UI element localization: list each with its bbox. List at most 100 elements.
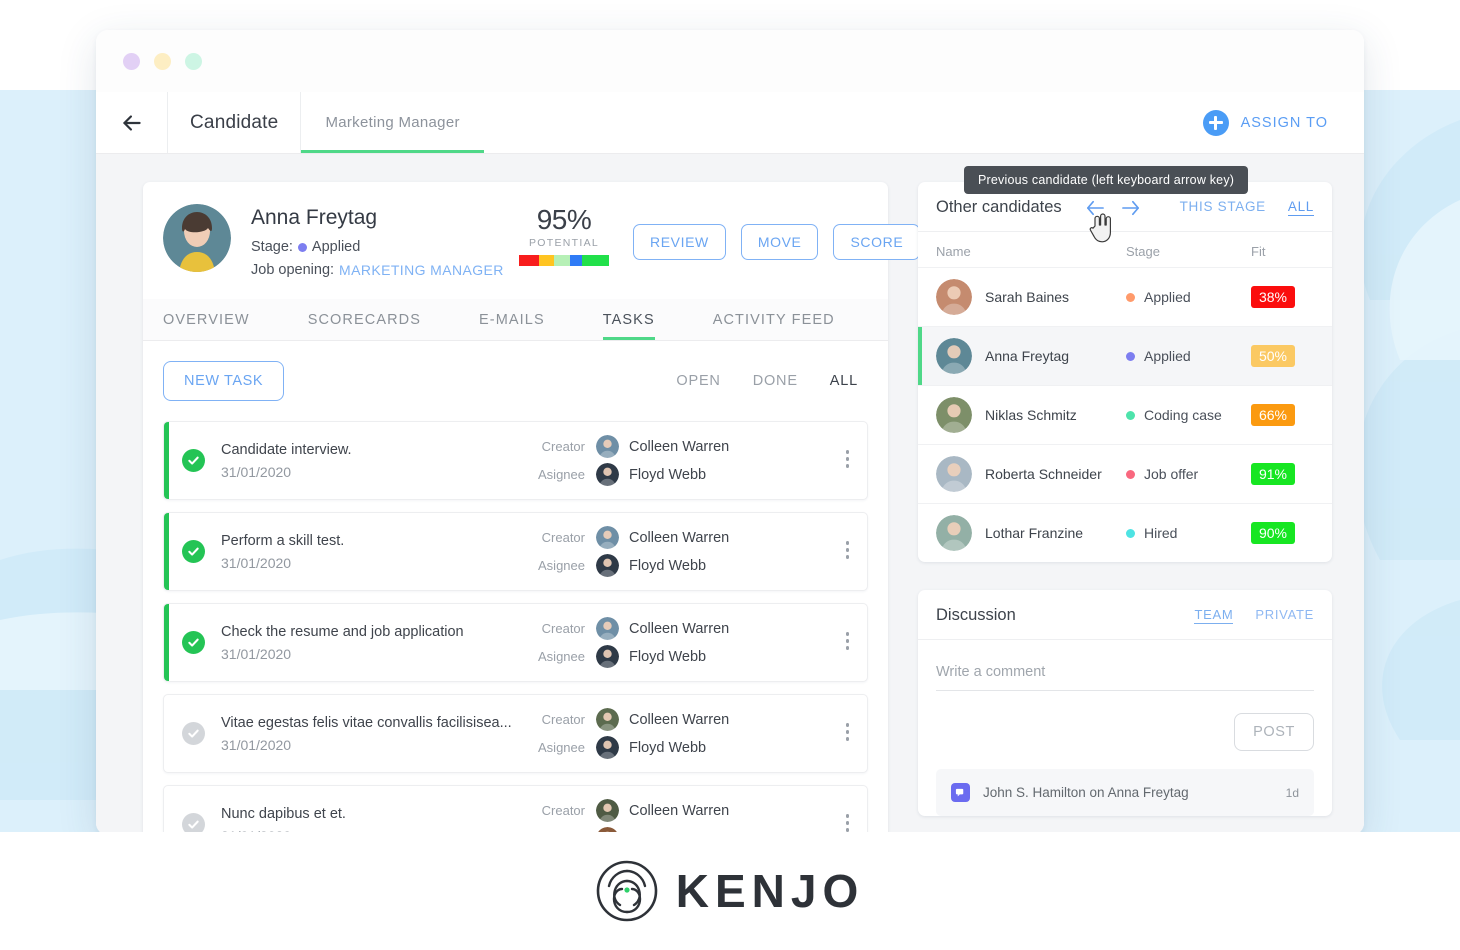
filter-all-candidates[interactable]: ALL [1287,199,1314,216]
other-candidates-filters: THIS STAGE ALL [1180,199,1314,216]
task-assignee-row: Asignee Floyd Webb [519,554,842,577]
tab-activity-feed-label: ACTIVITY FEED [712,312,835,328]
tab-overview[interactable]: OVERVIEW [163,299,250,340]
candidate-avatar [936,515,972,551]
tab-scorecards[interactable]: SCORECARDS [308,299,421,340]
window-dot-minimize[interactable] [154,52,171,70]
breadcrumb[interactable]: Candidate [168,92,302,153]
task-check-icon[interactable] [182,449,205,472]
candidate-row[interactable]: Niklas Schmitz Coding case 66% [918,385,1332,444]
task-row[interactable]: Nunc dapibus et et.31/01/2020 Creator Coll… [163,785,868,835]
plus-icon [1202,109,1229,136]
task-main: Nunc dapibus et et.31/01/2020 [221,806,519,836]
assignee-avatar [596,736,619,759]
task-more-options-icon[interactable] [842,723,854,744]
task-title: Vitae egestas felis vitae convallis faci… [221,714,512,731]
tasks-panel: NEW TASK OPEN DONE ALL Candidate intervi… [143,341,888,835]
candidate-avatar [936,456,972,492]
task-date: 31/01/2020 [221,554,292,571]
header-spacer [484,92,1203,153]
task-check-icon[interactable] [182,722,205,745]
candidate-name: Roberta Schneider [985,466,1102,482]
task-filters: OPEN DONE ALL [676,373,868,389]
task-more-options-icon[interactable] [842,632,854,653]
stage-dot-icon [1126,469,1135,479]
task-date: 31/01/2020 [221,736,292,753]
back-arrow-icon [122,114,141,131]
stage-dot-icon [1126,410,1135,420]
task-main: Vitae egestas felis vitae convallis faci… [221,715,519,753]
assignee-avatar [596,645,619,668]
task-title: Nunc dapibus et et. [221,805,346,822]
discussion-entry-time: 1d [1285,785,1299,800]
task-row[interactable]: Vitae egestas felis vitae convallis faci… [163,694,868,773]
tab-emails[interactable]: E-MAILS [479,299,545,340]
creator-avatar [596,708,619,731]
creator-label: Creator [541,530,585,545]
assignee-avatar [596,554,619,577]
avatar-image [936,456,972,492]
discussion-entry[interactable]: John S. Hamilton on Anna Freytag 1d [936,769,1314,816]
creator-name: Colleen Warren [629,620,730,637]
move-button[interactable]: MOVE [740,224,819,260]
candidate-fit: 90% [1251,522,1314,544]
filter-this-stage[interactable]: THIS STAGE [1180,199,1266,216]
candidate-avatar [163,204,231,272]
profile-actions: REVIEW MOVE SCORE [633,204,921,260]
mouse-cursor-hand-icon [1089,213,1111,243]
tab-marketing-manager[interactable]: Marketing Manager [301,92,485,153]
candidate-row[interactable]: Roberta Schneider Job offer 91% [918,444,1332,503]
window-dot-maximize[interactable] [185,52,202,70]
tab-overview-label: OVERVIEW [163,312,250,328]
candidate-profile-card: Anna Freytag Stage: Applied Job opening:… [143,182,934,835]
task-status-bar [164,786,169,835]
stage-dot-icon [297,242,307,252]
task-row[interactable]: Check the resume and job application 31/0… [163,603,868,682]
tab-activity-feed[interactable]: ACTIVITY FEED [713,299,835,340]
candidate-row[interactable]: Lothar Franzine Hired 90% [918,503,1332,562]
filter-open[interactable]: OPEN [676,373,720,389]
app-body: Anna Freytag Stage: Applied Job opening:… [96,154,1364,835]
task-main: Candidate interview. 31/01/2020 [221,442,519,480]
job-opening-link[interactable]: MARKETING MANAGER [339,262,504,278]
potential-segment [519,255,539,266]
avatar-image [596,617,619,640]
creator-avatar [596,435,619,458]
tab-emails-label: E-MAILS [479,312,545,328]
filter-done[interactable]: DONE [753,373,798,389]
potential-segment [554,255,571,266]
task-main: Perform a skill test. 31/01/2020 [221,533,519,571]
arrow-right-icon[interactable] [1120,199,1142,217]
comment-input[interactable] [936,658,1314,691]
kenjo-labyrinth-logo-icon [596,860,658,922]
task-row[interactable]: Perform a skill test. 31/01/2020 Creator Co… [163,512,868,591]
candidate-row[interactable]: Anna Freytag Applied 50% [918,326,1332,385]
avatar-image [596,708,619,731]
discussion-tab-private[interactable]: PRIVATE [1255,607,1314,624]
discussion-tab-team[interactable]: TEAM [1194,607,1234,624]
back-button[interactable] [96,92,168,153]
profile-tabs: OVERVIEW SCORECARDS E-MAILS TASKS ACTIVI… [143,299,888,341]
tab-tasks-label: TASKS [602,312,655,328]
candidate-row[interactable]: Sarah Baines Applied 38% [918,267,1332,326]
candidate-avatar [936,279,972,315]
new-task-button[interactable]: NEW TASK [163,361,285,401]
task-row[interactable]: Candidate interview. 31/01/2020 Creator Col… [163,421,868,500]
potential-segment [570,255,582,266]
review-button[interactable]: REVIEW [633,224,726,260]
filter-all[interactable]: ALL [830,373,858,389]
task-check-icon[interactable] [182,540,205,563]
task-creator-row: Creator Colleen Warren [519,435,842,458]
assign-to-button[interactable]: ASSIGN TO [1202,92,1364,153]
discussion-body: POST John S. Hamilton on Anna Freytag 1d [918,640,1332,816]
task-check-icon[interactable] [182,631,205,654]
task-more-options-icon[interactable] [842,541,854,562]
task-more-options-icon[interactable] [842,450,854,471]
post-button[interactable]: POST [1234,713,1314,751]
assignee-label: Asignee [538,467,585,482]
avatar-image [596,554,619,577]
window-dot-close[interactable] [123,52,140,70]
score-button[interactable]: SCORE [833,224,921,260]
profile-text: Anna Freytag Stage: Applied Job opening:… [251,204,519,285]
tab-tasks[interactable]: TASKS [602,299,655,340]
